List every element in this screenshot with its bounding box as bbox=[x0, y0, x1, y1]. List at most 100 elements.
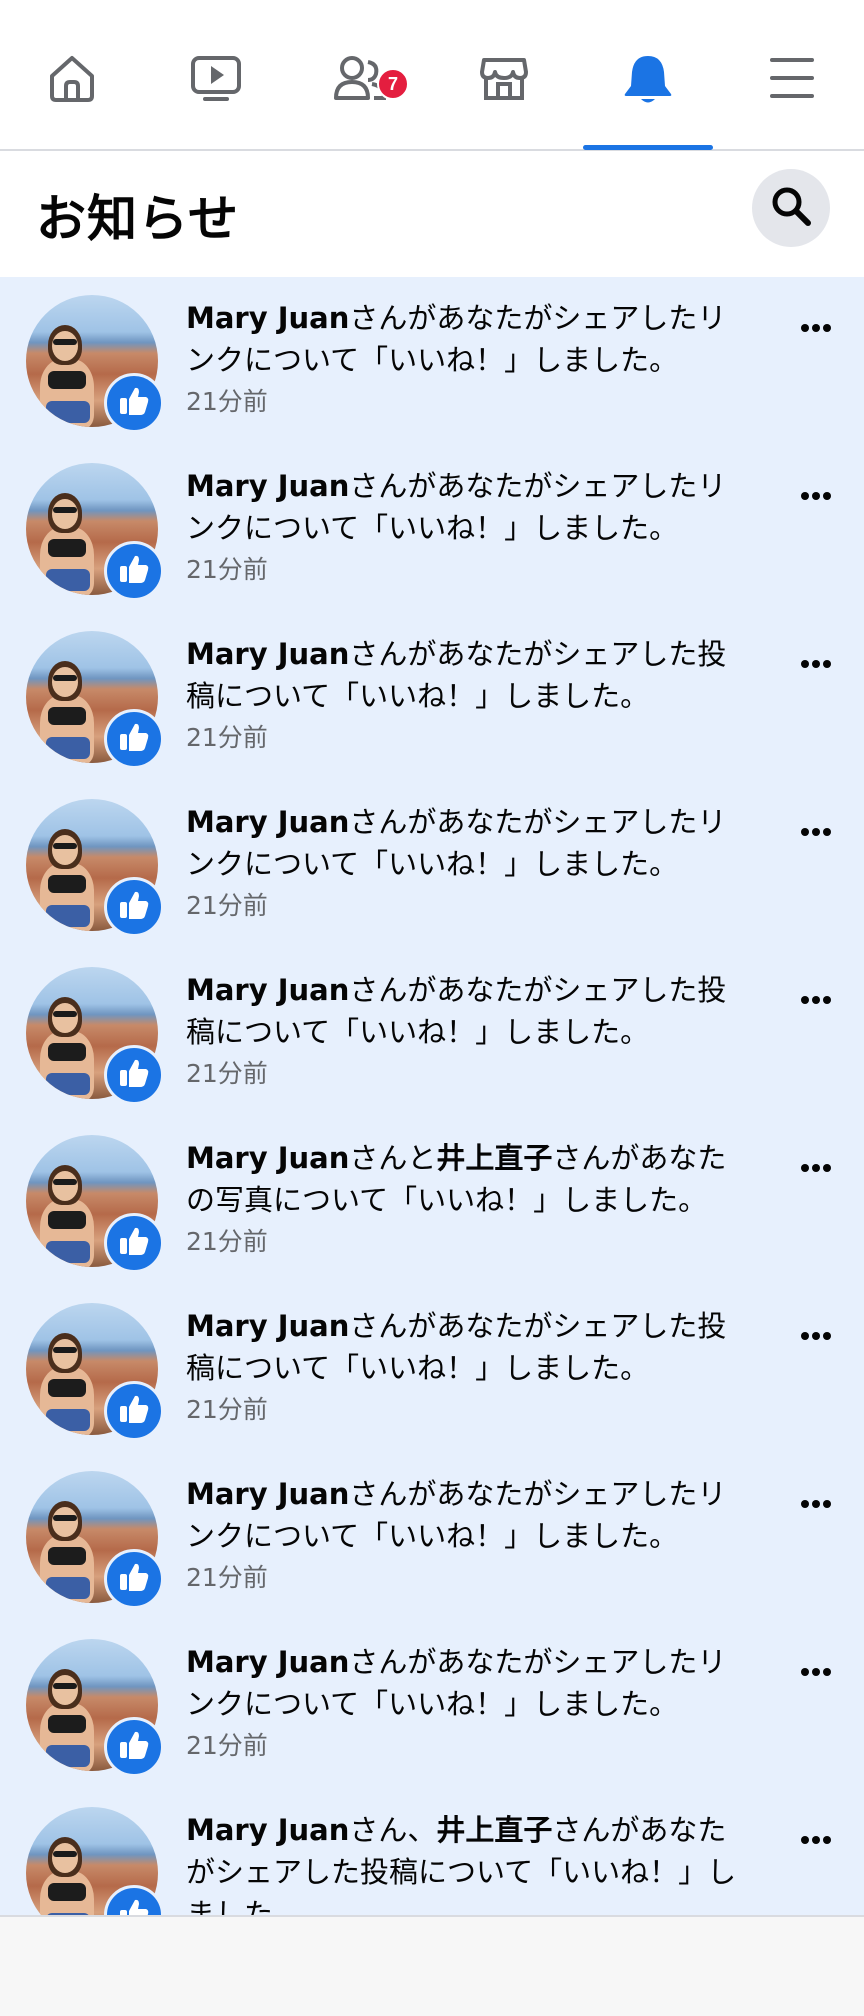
notification-item[interactable]: Mary Juanさんがあなたがシェアしたリンクについて「いいね！」しました。 … bbox=[0, 1453, 864, 1621]
home-icon bbox=[46, 52, 98, 104]
more-options-button[interactable] bbox=[794, 305, 838, 349]
notification-list: Mary Juanさんがあなたがシェアしたリンクについて「いいね！」しました。 … bbox=[0, 277, 864, 1915]
more-dots-icon bbox=[800, 1326, 832, 1345]
notification-time: 21分前 bbox=[186, 1059, 268, 1088]
app-root: 7 お知らせ Mary Juanさんがあなたがシェアしたリンクについて「いいね！… bbox=[0, 0, 864, 2016]
notification-time: 21分前 bbox=[186, 723, 268, 752]
tab-marketplace[interactable] bbox=[439, 52, 569, 148]
tab-friends[interactable]: 7 bbox=[295, 52, 425, 148]
notification-item[interactable]: Mary Juanさんがあなたがシェアした投稿について「いいね！」しました。 2… bbox=[0, 613, 864, 781]
notification-text: Mary Juanさん、井上直子さんがあなたがシェアした投稿について「いいね！」… bbox=[186, 1809, 754, 1915]
tab-menu[interactable] bbox=[727, 52, 857, 148]
notification-item[interactable]: Mary Juanさんがあなたがシェアした投稿について「いいね！」しました。 2… bbox=[0, 949, 864, 1117]
avatar-wrap bbox=[26, 295, 166, 435]
tab-home[interactable] bbox=[7, 52, 137, 148]
like-badge bbox=[104, 1549, 164, 1609]
connector-text: さん、 bbox=[349, 1813, 437, 1847]
tab-watch[interactable] bbox=[151, 52, 281, 148]
thumbs-up-icon bbox=[117, 1896, 151, 1915]
notification-text: Mary Juanさんがあなたがシェアした投稿について「いいね！」しました。 2… bbox=[186, 633, 754, 757]
notification-text: Mary Juanさんがあなたがシェアした投稿について「いいね！」しました。 2… bbox=[186, 969, 754, 1093]
actor-name: Mary Juan bbox=[186, 1477, 350, 1511]
notification-time: 21分前 bbox=[186, 891, 268, 920]
more-options-button[interactable] bbox=[794, 977, 838, 1021]
thumbs-up-icon bbox=[117, 1224, 151, 1262]
notifications-header: お知らせ bbox=[0, 151, 864, 277]
like-badge bbox=[104, 373, 164, 433]
thumbs-up-icon bbox=[117, 552, 151, 590]
notification-time: 21分前 bbox=[186, 1563, 268, 1592]
more-dots-icon bbox=[800, 990, 832, 1009]
more-dots-icon bbox=[800, 1830, 832, 1849]
like-badge bbox=[104, 1717, 164, 1777]
notification-item[interactable]: Mary Juanさんがあなたがシェアした投稿について「いいね！」しました。 2… bbox=[0, 1285, 864, 1453]
notification-time: 21分前 bbox=[186, 387, 268, 416]
search-button[interactable] bbox=[752, 169, 830, 247]
notification-text: Mary Juanさんと井上直子さんがあなたの写真について「いいね！」しました。… bbox=[186, 1137, 754, 1261]
thumbs-up-icon bbox=[117, 720, 151, 758]
thumbs-up-icon bbox=[117, 1392, 151, 1430]
avatar-wrap bbox=[26, 967, 166, 1107]
connector-text: さんと bbox=[349, 1141, 437, 1175]
page-title: お知らせ bbox=[36, 190, 239, 248]
more-dots-icon bbox=[800, 1494, 832, 1513]
thumbs-up-icon bbox=[117, 1560, 151, 1598]
like-badge bbox=[104, 1381, 164, 1441]
more-options-button[interactable] bbox=[794, 1313, 838, 1357]
notification-time: 21分前 bbox=[186, 1731, 268, 1760]
more-dots-icon bbox=[800, 318, 832, 337]
thumbs-up-icon bbox=[117, 1728, 151, 1766]
more-dots-icon bbox=[800, 486, 832, 505]
store-icon bbox=[478, 52, 530, 104]
notification-text: Mary Juanさんがあなたがシェアしたリンクについて「いいね！」しました。 … bbox=[186, 801, 754, 925]
notification-text: Mary Juanさんがあなたがシェアしたリンクについて「いいね！」しました。 … bbox=[186, 465, 754, 589]
actor-name: Mary Juan bbox=[186, 1813, 350, 1847]
avatar-wrap bbox=[26, 1639, 166, 1779]
avatar-wrap bbox=[26, 631, 166, 771]
actor-name: Mary Juan bbox=[186, 637, 350, 671]
actor-name: Mary Juan bbox=[186, 973, 350, 1007]
more-dots-icon bbox=[800, 1662, 832, 1681]
hamburger-menu-icon bbox=[768, 52, 816, 104]
bottom-system-bar bbox=[0, 1915, 864, 2016]
like-badge bbox=[104, 877, 164, 937]
avatar-wrap bbox=[26, 1471, 166, 1611]
notification-item[interactable]: Mary Juanさんがあなたがシェアしたリンクについて「いいね！」しました。 … bbox=[0, 445, 864, 613]
more-options-button[interactable] bbox=[794, 1145, 838, 1189]
friends-badge: 7 bbox=[377, 68, 409, 100]
thumbs-up-icon bbox=[117, 1056, 151, 1094]
actor-name: Mary Juan bbox=[186, 469, 350, 503]
more-options-button[interactable] bbox=[794, 809, 838, 853]
bell-icon bbox=[622, 52, 674, 106]
more-options-button[interactable] bbox=[794, 1649, 838, 1693]
video-icon bbox=[189, 52, 243, 104]
search-icon bbox=[770, 185, 812, 231]
tab-notifications[interactable] bbox=[583, 52, 713, 150]
top-nav: 7 bbox=[0, 0, 864, 151]
avatar-wrap bbox=[26, 799, 166, 939]
thumbs-up-icon bbox=[117, 888, 151, 926]
avatar-wrap bbox=[26, 1135, 166, 1275]
like-badge bbox=[104, 709, 164, 769]
notification-item[interactable]: Mary Juanさんがあなたがシェアしたリンクについて「いいね！」しました。 … bbox=[0, 781, 864, 949]
notification-item[interactable]: Mary Juanさん、井上直子さんがあなたがシェアした投稿について「いいね！」… bbox=[0, 1789, 864, 1915]
more-options-button[interactable] bbox=[794, 641, 838, 685]
more-options-button[interactable] bbox=[794, 1481, 838, 1525]
more-dots-icon bbox=[800, 1158, 832, 1177]
actor-name: Mary Juan bbox=[186, 805, 350, 839]
notification-text: Mary Juanさんがあなたがシェアしたリンクについて「いいね！」しました。 … bbox=[186, 297, 754, 421]
more-options-button[interactable] bbox=[794, 473, 838, 517]
notification-item[interactable]: Mary Juanさんと井上直子さんがあなたの写真について「いいね！」しました。… bbox=[0, 1117, 864, 1285]
thumbs-up-icon bbox=[117, 384, 151, 422]
actor-name: Mary Juan bbox=[186, 1141, 350, 1175]
like-badge bbox=[104, 1045, 164, 1105]
notification-item[interactable]: Mary Juanさんがあなたがシェアしたリンクについて「いいね！」しました。 … bbox=[0, 277, 864, 445]
avatar-wrap bbox=[26, 463, 166, 603]
more-dots-icon bbox=[800, 822, 832, 841]
actor-name: Mary Juan bbox=[186, 1645, 350, 1679]
actor-name-2: 井上直子 bbox=[436, 1141, 553, 1175]
notification-item[interactable]: Mary Juanさんがあなたがシェアしたリンクについて「いいね！」しました。 … bbox=[0, 1621, 864, 1789]
actor-name-2: 井上直子 bbox=[436, 1813, 553, 1847]
more-options-button[interactable] bbox=[794, 1817, 838, 1861]
notification-time: 21分前 bbox=[186, 555, 268, 584]
